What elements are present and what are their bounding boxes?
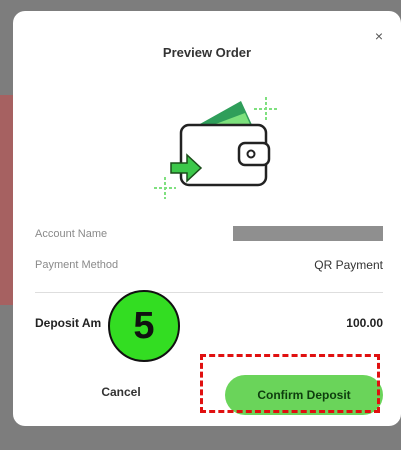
cancel-button[interactable]: Cancel xyxy=(61,385,181,399)
highlight-box xyxy=(200,354,380,413)
backdrop xyxy=(0,95,14,305)
deposit-amount-value: 100.00 xyxy=(346,316,383,330)
sparkle-icon xyxy=(154,177,176,199)
close-icon[interactable]: × xyxy=(375,29,383,43)
account-name-row: Account Name xyxy=(35,226,383,241)
modal-title: Preview Order xyxy=(162,45,252,60)
deposit-amount-row: Deposit Am 100.00 xyxy=(35,316,383,330)
payment-method-row: Payment Method QR Payment xyxy=(35,258,383,272)
divider xyxy=(35,292,383,293)
payment-method-value: QR Payment xyxy=(314,258,383,272)
sparkle-icon xyxy=(254,97,278,121)
step-badge: 5 xyxy=(108,290,180,362)
wallet-icon xyxy=(154,97,278,199)
account-name-value xyxy=(233,226,383,241)
payment-method-label: Payment Method xyxy=(35,259,119,271)
account-name-label: Account Name xyxy=(35,227,108,240)
deposit-amount-label: Deposit Am xyxy=(35,316,102,330)
